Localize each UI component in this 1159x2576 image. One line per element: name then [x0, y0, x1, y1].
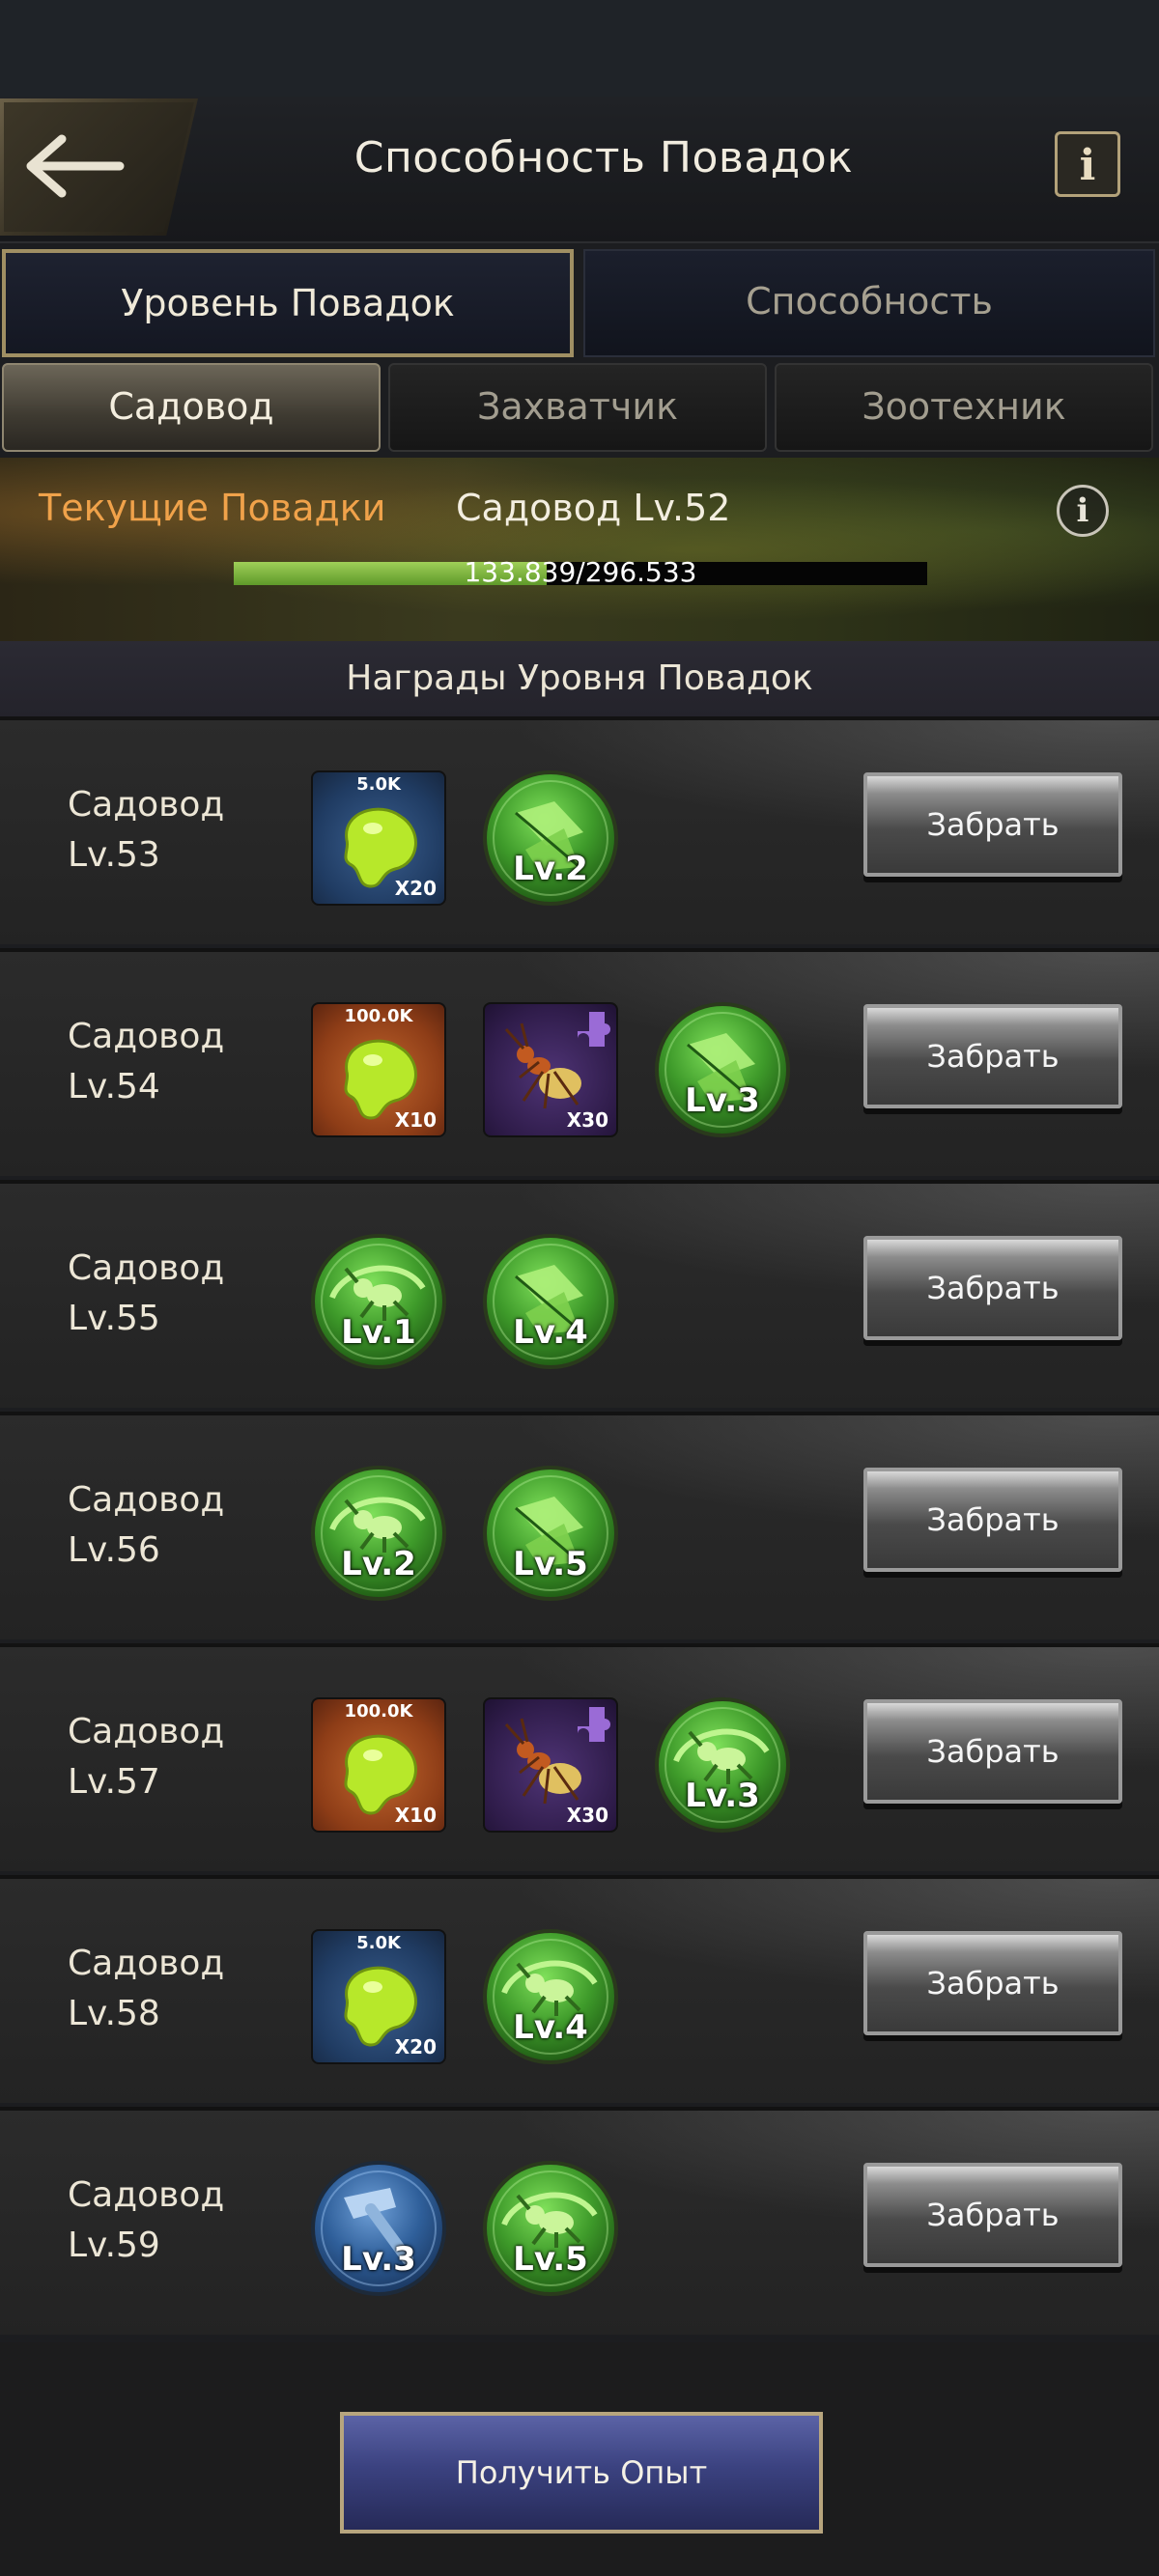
current-level: Садовод Lv.52 [456, 487, 731, 529]
row-title: Садовод Lv.55 [68, 1244, 224, 1344]
row-habit-name: Садовод [68, 1480, 225, 1520]
reward-skill-level: Lv.3 [341, 2240, 416, 2279]
ant-skill-icon[interactable]: Lv.1 [311, 1234, 446, 1369]
reward-skill-level: Lv.4 [513, 2008, 588, 2047]
ant-skill-icon[interactable]: Lv.4 [483, 1929, 618, 2064]
xp-progress-bar: 133.839/296.533 [234, 558, 927, 587]
tab-ability[interactable]: Способность [583, 249, 1155, 357]
claim-button[interactable]: Забрать [863, 1236, 1122, 1340]
reward-row: Садовод Lv.53 5.0K X20 Lv.2 Забрать [0, 716, 1159, 944]
row-level: Lv.57 [68, 1762, 160, 1802]
reward-skill-level: Lv.2 [341, 1545, 416, 1583]
info-icon[interactable]: i [1057, 485, 1109, 537]
row-title: Садовод Lv.56 [68, 1475, 224, 1576]
reward-skill-level: Lv.5 [513, 1545, 588, 1583]
subtab-gardener[interactable]: Садовод [2, 363, 381, 452]
reward-skill-level: Lv.2 [513, 850, 588, 888]
row-habit-name: Садовод [68, 1944, 225, 1983]
rewards-section-title: Награды Уровня Повадок [0, 641, 1159, 716]
row-level: Lv.53 [68, 835, 160, 875]
row-level: Lv.58 [68, 1994, 160, 2033]
ant-skill-icon[interactable]: Lv.2 [311, 1466, 446, 1601]
subtab-invader[interactable]: Захватчик [388, 363, 767, 452]
slime-icon[interactable]: 5.0K X20 [311, 770, 446, 906]
slime-icon[interactable]: 100.0K X10 [311, 1002, 446, 1137]
ant-puzzle-icon[interactable]: X30 [483, 1002, 618, 1137]
current-habits-label: Текущие Повадки [39, 487, 386, 529]
info-button[interactable]: i [1055, 131, 1120, 197]
reward-quantity: X20 [394, 2035, 437, 2058]
reward-amount: 5.0K [356, 774, 401, 795]
claim-button[interactable]: Забрать [863, 1699, 1122, 1804]
reward-amount: 5.0K [356, 1933, 401, 1953]
reward-quantity: X30 [566, 1108, 608, 1132]
slime-icon[interactable]: 100.0K X10 [311, 1697, 446, 1833]
row-habit-name: Садовод [68, 2175, 225, 2215]
xp-progress-text: 133.839/296.533 [464, 556, 697, 588]
page-title: Способность Повадок [353, 133, 854, 182]
ant-skill-icon[interactable]: Lv.5 [483, 2161, 618, 2296]
reward-row: Садовод Lv.58 5.0K X20 Lv.4 Забрать [0, 1875, 1159, 2103]
ant-puzzle-icon[interactable]: X30 [483, 1697, 618, 1833]
hammer-skill-icon[interactable]: Lv.3 [311, 2161, 446, 2296]
leaf-skill-icon[interactable]: Lv.2 [483, 770, 618, 906]
row-title: Садовод Lv.54 [68, 1012, 224, 1112]
row-level: Lv.54 [68, 1067, 160, 1106]
reward-row: Садовод Lv.59 Lv.3 Lv.5 Забрать [0, 2107, 1159, 2335]
reward-amount: 100.0K [344, 1701, 413, 1722]
back-button[interactable] [0, 98, 198, 236]
tab-habit-level[interactable]: Уровень Повадок [2, 249, 574, 357]
slime-icon[interactable]: 5.0K X20 [311, 1929, 446, 2064]
get-experience-button[interactable]: Получить Опыт [340, 2412, 823, 2534]
row-habit-name: Садовод [68, 1248, 225, 1288]
row-level: Lv.55 [68, 1299, 160, 1338]
reward-row: Садовод Lv.56 Lv.2 Lv.5 Забрать [0, 1412, 1159, 1639]
status-bar [0, 0, 1159, 97]
row-habit-name: Садовод [68, 1017, 225, 1056]
ant-skill-icon[interactable]: Lv.3 [655, 1697, 790, 1833]
arrow-left-icon [26, 134, 125, 198]
reward-skill-level: Lv.1 [341, 1313, 416, 1352]
reward-quantity: X10 [394, 1108, 437, 1132]
reward-skill-level: Lv.5 [513, 2240, 588, 2279]
row-title: Садовод Lv.57 [68, 1707, 224, 1807]
claim-button[interactable]: Забрать [863, 772, 1122, 877]
reward-row: Садовод Lv.57 100.0K X10 X30 Lv.3 Забрать [0, 1643, 1159, 1871]
reward-skill-level: Lv.3 [685, 1777, 760, 1815]
leaf-skill-icon[interactable]: Lv.5 [483, 1466, 618, 1601]
reward-skill-level: Lv.3 [685, 1081, 760, 1120]
current-habits-banner: Текущие Повадки Садовод Lv.52 i 133.839/… [0, 458, 1159, 641]
reward-row: Садовод Lv.55 Lv.1 Lv.4 Забрать [0, 1180, 1159, 1408]
row-habit-name: Садовод [68, 1712, 225, 1751]
header: Способность Повадок i [0, 97, 1159, 243]
row-title: Садовод Lv.58 [68, 1939, 224, 2039]
reward-quantity: X20 [394, 877, 437, 900]
reward-row: Садовод Lv.54 100.0K X10 X30 Lv.3 Забрать [0, 948, 1159, 1176]
reward-skill-level: Lv.4 [513, 1313, 588, 1352]
row-level: Lv.59 [68, 2226, 160, 2265]
claim-button[interactable]: Забрать [863, 1468, 1122, 1572]
reward-quantity: X30 [566, 1804, 608, 1827]
leaf-skill-icon[interactable]: Lv.4 [483, 1234, 618, 1369]
leaf-skill-icon[interactable]: Lv.3 [655, 1002, 790, 1137]
reward-amount: 100.0K [344, 1006, 413, 1026]
row-title: Садовод Lv.59 [68, 2170, 224, 2271]
row-title: Садовод Lv.53 [68, 780, 224, 881]
claim-button[interactable]: Забрать [863, 2163, 1122, 2267]
claim-button[interactable]: Забрать [863, 1004, 1122, 1108]
row-level: Lv.56 [68, 1530, 160, 1570]
footer: Получить Опыт [0, 2342, 1159, 2576]
reward-quantity: X10 [394, 1804, 437, 1827]
claim-button[interactable]: Забрать [863, 1931, 1122, 2035]
row-habit-name: Садовод [68, 785, 225, 825]
subtab-zootechnician[interactable]: Зоотехник [775, 363, 1153, 452]
